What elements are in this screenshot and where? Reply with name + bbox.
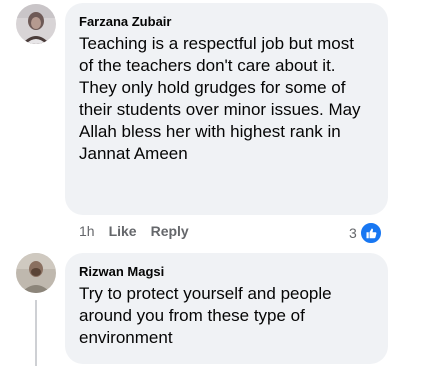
thread-line <box>35 300 37 366</box>
avatar-farzana-zubair[interactable] <box>16 4 56 44</box>
reaction-count: 3 <box>349 225 357 241</box>
comment-bubble: Rizwan Magsi Try to protect yourself and… <box>65 253 388 364</box>
profile-photo-icon <box>16 253 56 293</box>
comment-timestamp[interactable]: 1h <box>79 222 95 240</box>
comment-author[interactable]: Rizwan Magsi <box>79 263 376 280</box>
comment-actions: 1h Like Reply <box>79 222 189 240</box>
comment-text: Try to protect yourself and people aroun… <box>79 284 332 347</box>
profile-photo-icon <box>16 4 56 44</box>
comment-text: Teaching is a respectful job but most of… <box>79 34 361 163</box>
avatar-rizwan-magsi[interactable] <box>16 253 56 293</box>
like-button[interactable]: Like <box>109 222 137 240</box>
comment-author[interactable]: Farzana Zubair <box>79 13 376 30</box>
reply-button[interactable]: Reply <box>151 222 189 240</box>
reaction-summary[interactable]: 3 <box>349 221 383 245</box>
thumbs-up-icon <box>358 221 383 245</box>
comment-bubble: Farzana Zubair Teaching is a respectful … <box>65 3 388 215</box>
